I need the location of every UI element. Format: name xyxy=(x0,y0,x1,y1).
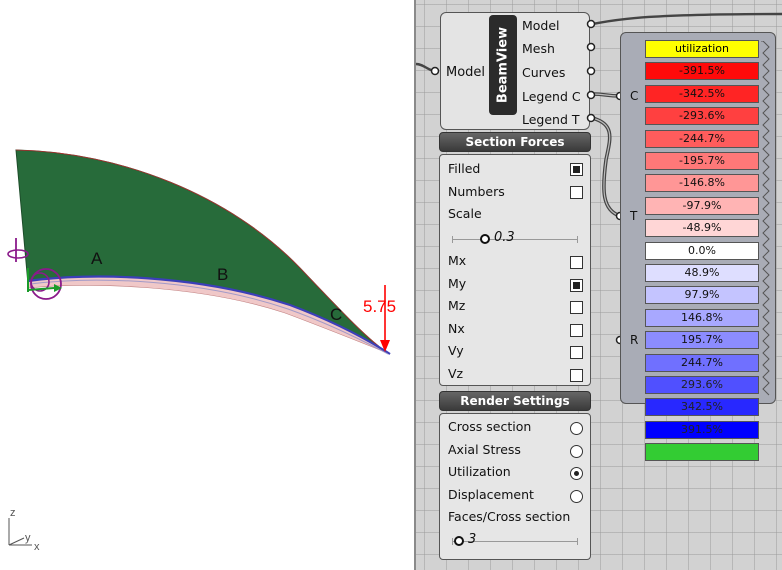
load-arrow xyxy=(380,285,390,352)
viewport-scene: A B C 5.75 z y x xyxy=(7,149,396,553)
render-settings-header[interactable]: Render Settings xyxy=(439,391,591,411)
faces-cross-section-label: Faces/Cross section xyxy=(448,509,571,524)
scale-slider-track[interactable] xyxy=(452,236,578,243)
faces-slider-value: 3 xyxy=(468,532,477,547)
legend-resize-edge[interactable] xyxy=(761,41,773,397)
legend-entry: 195.7% xyxy=(645,331,759,350)
output-mesh-grip[interactable] xyxy=(586,42,596,52)
utilization-label: Utilization xyxy=(448,464,511,479)
legend-entry: 342.5% xyxy=(645,398,759,417)
legend-entry: -146.8% xyxy=(645,174,759,193)
vy-label: Vy xyxy=(448,343,464,358)
axis-x-label: x xyxy=(34,541,40,553)
mx-checkbox[interactable] xyxy=(570,256,583,269)
vz-label: Vz xyxy=(448,366,464,381)
legend-entry: -244.7% xyxy=(645,129,759,148)
displacement-label: Displacement xyxy=(448,487,534,502)
legend-entry: 97.9% xyxy=(645,286,759,305)
scale-slider-value: 0.3 xyxy=(494,230,515,245)
mz-label: Mz xyxy=(448,298,466,313)
utilization-legend-component[interactable]: C T R utilization -391.5% -342.5% -293.6% -2… xyxy=(620,32,776,462)
axis-z-label: z xyxy=(10,507,16,519)
displacement-radio[interactable] xyxy=(570,490,583,503)
mz-checkbox[interactable] xyxy=(570,301,583,314)
legend-input-c-label: C xyxy=(630,89,639,103)
numbers-checkbox[interactable] xyxy=(570,186,583,199)
render-settings-panel: Cross section Axial Stress Utilization D… xyxy=(439,413,591,560)
vz-checkbox[interactable] xyxy=(570,369,583,382)
legend-entry: -97.9% xyxy=(645,196,759,215)
axial-stress-label: Axial Stress xyxy=(448,442,521,457)
input-model-grip[interactable] xyxy=(430,66,440,76)
numbers-label: Numbers xyxy=(448,184,505,199)
utilization-radio[interactable] xyxy=(570,467,583,480)
nx-label: Nx xyxy=(448,321,465,336)
legend-entry: -293.6% xyxy=(645,107,759,126)
legend-entry: 293.6% xyxy=(645,376,759,394)
axial-stress-radio[interactable] xyxy=(570,445,583,458)
legend-entry: -391.5% xyxy=(645,62,759,81)
axis-y-label: y xyxy=(25,532,31,544)
output-legend-t-grip[interactable] xyxy=(586,113,596,123)
legend-bottom-swatch xyxy=(645,443,759,462)
legend-input-r-label: R xyxy=(630,333,639,347)
cross-section-radio[interactable] xyxy=(570,422,583,435)
section-forces-header[interactable]: Section Forces xyxy=(439,132,591,152)
legend-entry: 244.7% xyxy=(645,353,759,372)
output-curves-grip[interactable] xyxy=(586,66,596,76)
my-checkbox[interactable] xyxy=(570,279,583,292)
mx-label: Mx xyxy=(448,253,467,268)
scale-label: Scale xyxy=(448,206,482,221)
cross-section-label: Cross section xyxy=(448,419,532,434)
legend-entry: 146.8% xyxy=(645,308,759,327)
legend-entry: -48.9% xyxy=(645,219,759,238)
rhino-viewport[interactable]: A B C 5.75 z y x xyxy=(0,0,414,570)
filled-label: Filled xyxy=(448,161,481,176)
vy-checkbox[interactable] xyxy=(570,346,583,359)
nx-checkbox[interactable] xyxy=(570,324,583,337)
scale-slider-knob[interactable] xyxy=(480,234,490,244)
legend-input-t-label: T xyxy=(630,209,638,223)
grasshopper-canvas[interactable]: Model BeamView Model Mesh Curves Legend … xyxy=(416,0,782,570)
load-value-label: 5.75 xyxy=(363,297,396,316)
legend-entry: 0.0% xyxy=(645,241,759,260)
beam-label-b: B xyxy=(217,265,228,284)
legend-entry: -195.7% xyxy=(645,152,759,170)
output-legend-c-grip[interactable] xyxy=(586,90,596,100)
legend-entry: 48.9% xyxy=(645,264,759,282)
my-label: My xyxy=(448,276,467,291)
filled-checkbox[interactable] xyxy=(570,163,583,176)
section-forces-panel: Filled Numbers Scale 0.3 Mx My Mz Nx Vy … xyxy=(439,154,591,386)
legend-entry: 391.5% xyxy=(645,420,759,439)
beam-label-a: A xyxy=(91,249,103,268)
beam-label-c: C xyxy=(330,305,342,324)
faces-slider-knob[interactable] xyxy=(454,536,464,546)
legend-title: utilization xyxy=(645,40,759,58)
legend-entry: -342.5% xyxy=(645,84,759,103)
output-model-grip[interactable] xyxy=(586,19,596,29)
